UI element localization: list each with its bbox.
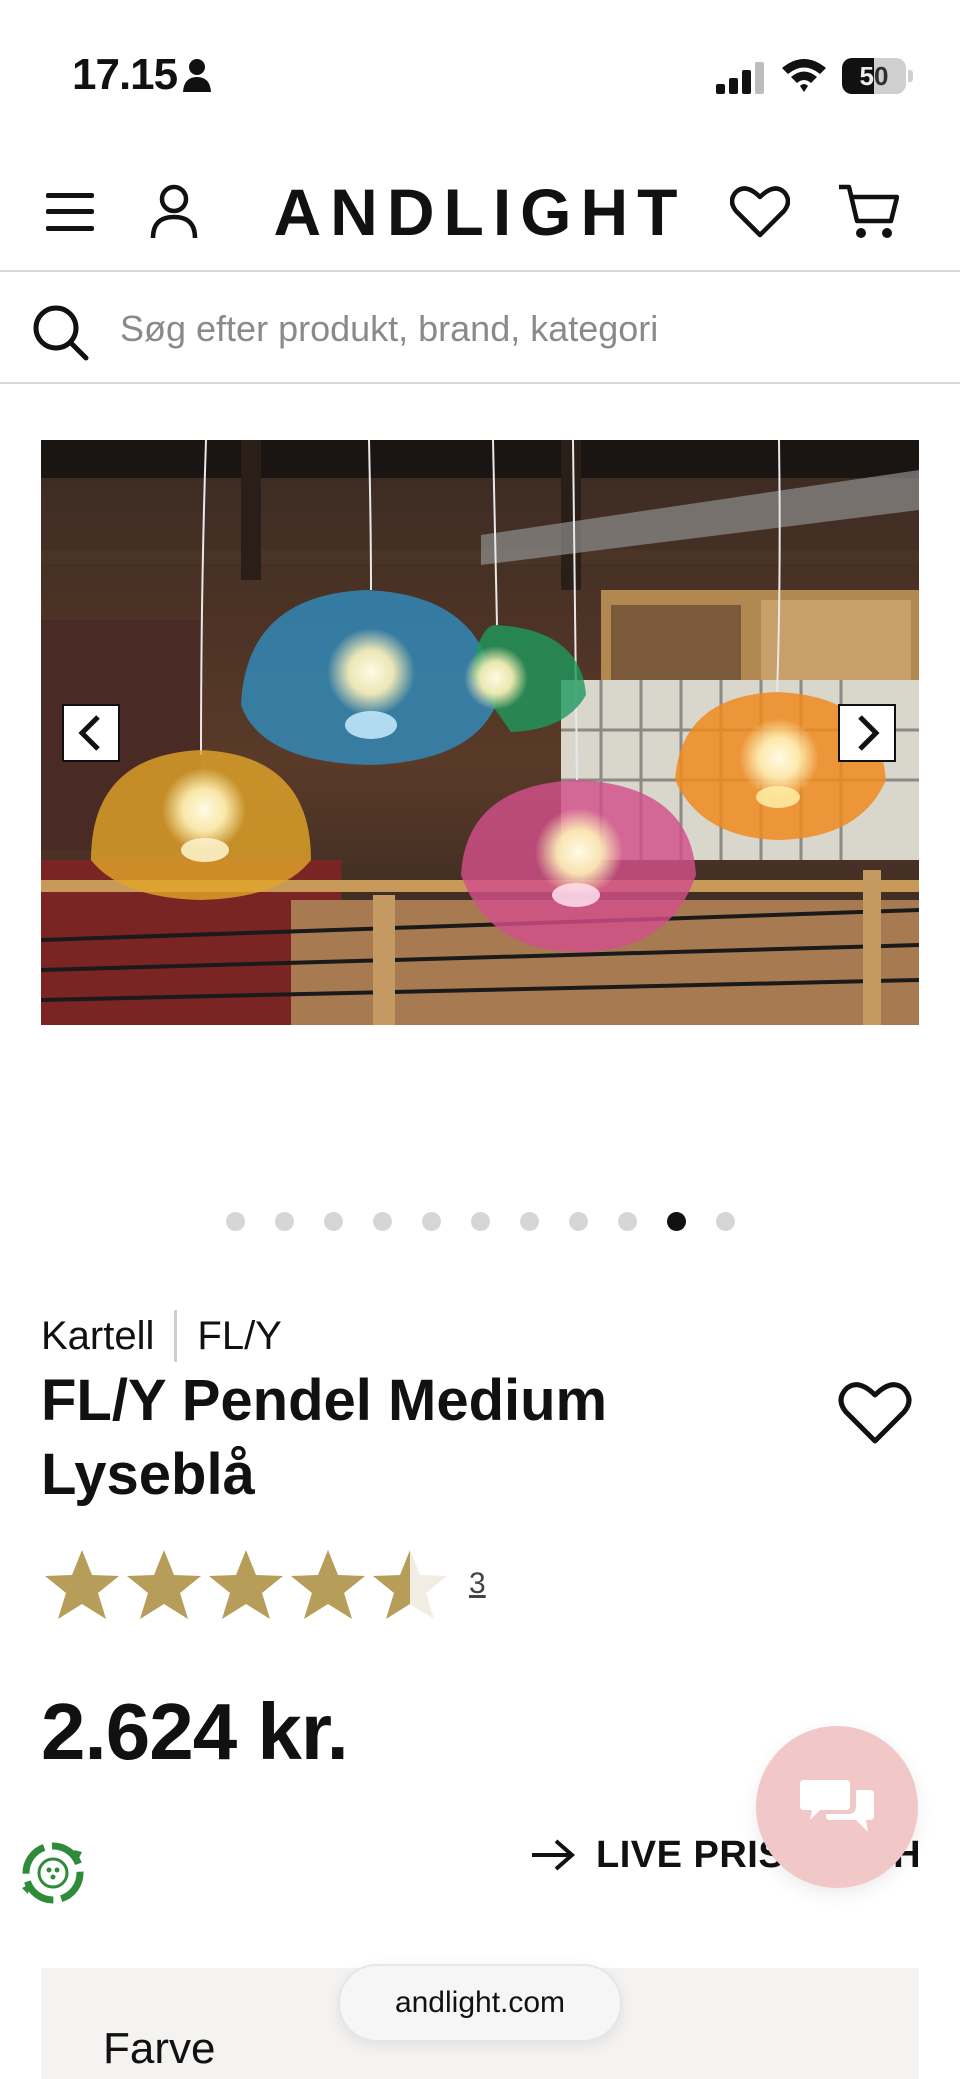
color-option-label: Farve bbox=[103, 2024, 216, 2073]
status-time: 17.15 bbox=[72, 50, 178, 99]
carousel-next-button[interactable] bbox=[838, 704, 896, 762]
search-icon[interactable] bbox=[30, 302, 90, 362]
review-count-link[interactable]: 3 bbox=[469, 1567, 486, 1601]
search-bar bbox=[0, 274, 960, 384]
user-icon bbox=[150, 184, 198, 239]
product-price: 2.624 kr. bbox=[41, 1687, 349, 1776]
cart-button[interactable] bbox=[836, 180, 900, 244]
search-input[interactable] bbox=[120, 296, 920, 362]
battery-icon: 50 bbox=[842, 58, 913, 94]
wishlist-button[interactable] bbox=[728, 180, 792, 244]
product-title: FL/Y Pendel Medium Lyseblå bbox=[41, 1368, 608, 1507]
carousel-dot[interactable] bbox=[323, 1212, 343, 1231]
carousel-dot[interactable] bbox=[372, 1212, 392, 1231]
browser-url-pill[interactable]: andlight.com bbox=[338, 1964, 622, 2042]
carousel-dot[interactable] bbox=[568, 1212, 588, 1231]
add-to-wishlist-button[interactable] bbox=[838, 1380, 912, 1446]
carousel-dot[interactable] bbox=[470, 1212, 490, 1231]
carousel-dot[interactable] bbox=[519, 1212, 539, 1231]
menu-icon bbox=[46, 193, 94, 231]
product-series[interactable]: FL/Y bbox=[197, 1314, 281, 1359]
status-bar: 17.15 50 bbox=[0, 0, 960, 150]
menu-button[interactable] bbox=[38, 180, 102, 244]
product-brand[interactable]: Kartell bbox=[41, 1314, 154, 1359]
star-icon bbox=[209, 1550, 283, 1619]
site-header: ANDLIGHT bbox=[0, 150, 960, 272]
heart-icon bbox=[838, 1382, 912, 1444]
carousel-prev-button[interactable] bbox=[62, 704, 120, 762]
star-icon bbox=[127, 1550, 201, 1619]
person-icon bbox=[183, 59, 211, 92]
carousel-dot[interactable] bbox=[617, 1212, 637, 1231]
star-icon bbox=[45, 1550, 119, 1619]
chevron-right-icon bbox=[858, 715, 880, 751]
chat-button[interactable] bbox=[756, 1726, 918, 1888]
carousel-dots bbox=[0, 1212, 960, 1232]
heart-icon bbox=[730, 186, 790, 238]
signal-icon bbox=[716, 62, 764, 94]
product-image-carousel[interactable] bbox=[41, 440, 919, 1025]
star-icon bbox=[291, 1550, 365, 1619]
chat-icon bbox=[800, 1780, 874, 1832]
cart-icon bbox=[839, 184, 899, 238]
star-icon bbox=[373, 1550, 447, 1619]
brand-line: Kartell FL/Y bbox=[41, 1310, 282, 1362]
wifi-icon bbox=[782, 59, 826, 92]
arrow-right-icon bbox=[532, 1839, 576, 1871]
brand-divider bbox=[174, 1310, 178, 1362]
carousel-dot[interactable] bbox=[421, 1212, 441, 1231]
product-rating: 3 bbox=[41, 1546, 486, 1622]
chevron-left-icon bbox=[78, 715, 100, 751]
carousel-dot[interactable] bbox=[666, 1212, 686, 1231]
carousel-dot[interactable] bbox=[274, 1212, 294, 1231]
carousel-dot[interactable] bbox=[225, 1212, 245, 1231]
account-button[interactable] bbox=[142, 180, 206, 244]
product-photo bbox=[41, 440, 919, 1025]
eco-recycle-icon[interactable] bbox=[16, 1836, 90, 1910]
carousel-dot[interactable] bbox=[715, 1212, 735, 1231]
battery-level: 50 bbox=[859, 61, 889, 91]
brand-logo[interactable]: ANDLIGHT bbox=[270, 172, 690, 252]
